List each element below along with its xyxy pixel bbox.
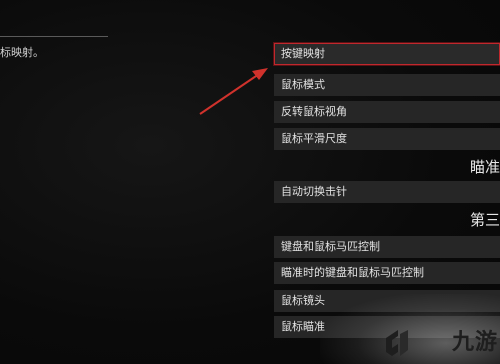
section-title-aiming: 瞄准 xyxy=(469,158,500,176)
menu-item-label: 鼠标模式 xyxy=(281,78,325,91)
menu-item-label: 自动切换击针 xyxy=(281,185,347,198)
menu-item-auto-switch-firing-pin[interactable]: 自动切换击针 xyxy=(274,181,500,203)
menu-item-kbm-horse-control-aiming[interactable]: 瞄准时的键盘和鼠标马匹控制 xyxy=(274,262,500,284)
menu-item-label: 鼠标镜头 xyxy=(281,294,325,307)
menu-item-label: 键盘和鼠标马匹控制 xyxy=(281,240,380,253)
menu-item-label: 鼠标平滑尺度 xyxy=(281,132,347,145)
menu-item-mouse-mode[interactable]: 鼠标模式 xyxy=(274,74,500,96)
menu-item-mouse-smoothing[interactable]: 鼠标平滑尺度 xyxy=(274,128,500,150)
menu-item-key-mapping[interactable]: 按键映射 xyxy=(274,43,500,65)
menu-item-label: 瞄准时的键盘和鼠标马匹控制 xyxy=(281,266,424,279)
menu-item-invert-mouse-view[interactable]: 反转鼠标视角 xyxy=(274,101,500,123)
watermark-text: 九游 xyxy=(451,330,498,355)
description-divider xyxy=(0,36,108,37)
menu-item-label: 鼠标瞄准 xyxy=(281,320,325,333)
menu-item-label: 反转鼠标视角 xyxy=(281,105,347,118)
section-title-third-person: 第三 xyxy=(469,211,500,229)
jiuyou-logo-icon xyxy=(386,330,408,356)
menu-item-label: 按键映射 xyxy=(281,47,325,60)
option-description: 标映射。 xyxy=(0,46,44,59)
menu-item-kbm-horse-control[interactable]: 键盘和鼠标马匹控制 xyxy=(274,236,500,258)
